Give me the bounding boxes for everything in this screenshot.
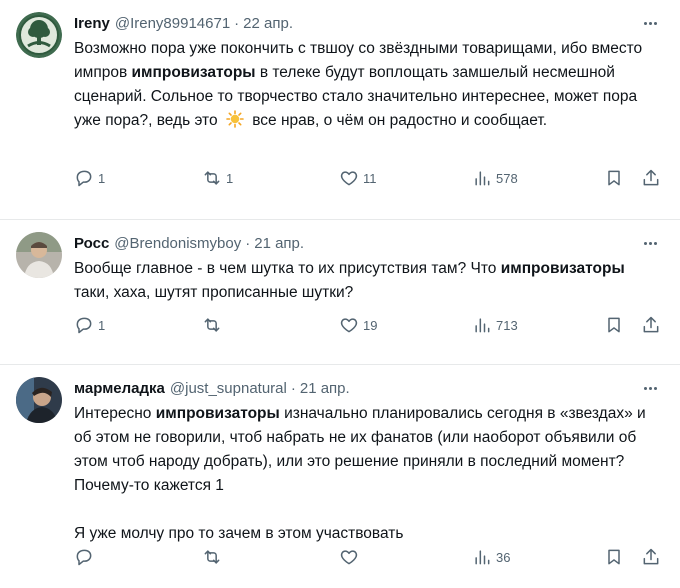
retweet-icon <box>204 550 220 564</box>
like-button[interactable] <box>339 547 363 567</box>
avatar[interactable] <box>16 232 62 278</box>
tweet-actions: 1 1 11 578 <box>74 166 664 190</box>
retweet-button[interactable] <box>202 547 226 567</box>
analytics-icon <box>475 550 490 565</box>
share-button[interactable] <box>641 168 661 188</box>
tweet-header: мармеладка @just_supnatural · 21 апр. <box>74 377 664 400</box>
bookmark-button[interactable] <box>604 315 624 335</box>
reply-icon <box>76 317 92 334</box>
tweet-date[interactable]: 22 апр. <box>243 13 293 35</box>
more-options-icon[interactable] <box>638 236 662 250</box>
like-button[interactable]: 11 <box>339 168 377 188</box>
analytics-icon <box>475 171 490 186</box>
text-segment: Вообще главное - в чем шутка то их прису… <box>74 260 501 277</box>
retweet-button[interactable] <box>202 315 226 335</box>
avatar[interactable] <box>16 12 62 58</box>
reply-count: 1 <box>98 170 106 186</box>
share-button[interactable] <box>641 315 661 335</box>
tweet-actions: 1 19 713 <box>74 313 664 337</box>
retweet-icon <box>204 171 220 185</box>
text-highlight: импровизаторы <box>500 260 625 277</box>
reply-icon <box>76 549 92 566</box>
tweet-header: Росс @Brendonismyboy · 21 апр. <box>74 232 664 255</box>
share-button[interactable] <box>641 547 661 567</box>
share-icon <box>643 316 659 333</box>
like-button[interactable]: 19 <box>339 315 377 335</box>
text-segment: Интересно <box>74 405 156 422</box>
tweet[interactable]: Ireny @Ireny89914671 · 22 апр. Возможно … <box>0 0 680 220</box>
text-segment: все нрав, о чём он радостно и сообщает. <box>247 112 548 129</box>
heart-icon <box>340 550 358 565</box>
text-segment: таки, хаха, шутят прописанные шутки? <box>74 284 354 301</box>
tweet[interactable]: мармеладка @just_supnatural · 21 апр. Ин… <box>0 365 680 588</box>
more-options-icon[interactable] <box>638 16 662 30</box>
views-button[interactable]: 578 <box>472 168 518 188</box>
heart-icon <box>340 171 358 186</box>
views-count: 36 <box>496 549 511 565</box>
retweet-button[interactable]: 1 <box>202 168 233 188</box>
share-icon <box>643 548 659 565</box>
share-icon <box>643 169 659 186</box>
like-count: 19 <box>363 317 378 333</box>
like-count: 11 <box>363 170 377 186</box>
author-handle[interactable]: @Brendonismyboy <box>114 233 241 255</box>
tweet-header: Ireny @Ireny89914671 · 22 апр. <box>74 12 664 35</box>
views-button[interactable]: 713 <box>472 315 518 335</box>
avatar[interactable] <box>16 377 62 423</box>
analytics-icon <box>475 318 490 333</box>
tweet[interactable]: Росс @Brendonismyboy · 21 апр. Вообще гл… <box>0 220 680 365</box>
tweet-date[interactable]: 21 апр. <box>254 233 304 255</box>
tweet-text: Интересно импровизаторы изначально плани… <box>74 402 654 546</box>
author-handle[interactable]: @Ireny89914671 <box>115 13 230 35</box>
retweet-icon <box>204 318 220 332</box>
retweet-count: 1 <box>226 170 234 186</box>
tweet-actions: 36 <box>74 545 664 569</box>
bookmark-icon <box>608 317 620 333</box>
author-name[interactable]: Ireny <box>74 13 110 35</box>
text-highlight: импровизаторы <box>131 64 256 81</box>
reply-button[interactable]: 1 <box>74 315 105 335</box>
author-name[interactable]: Росс <box>74 233 109 255</box>
heart-icon <box>340 318 358 333</box>
bookmark-button[interactable] <box>604 547 624 567</box>
person-photo-icon <box>16 232 62 278</box>
views-count: 578 <box>496 170 518 186</box>
more-options-icon[interactable] <box>638 381 662 395</box>
person-photo-icon <box>16 377 62 423</box>
sun-emoji-icon <box>226 110 244 128</box>
tweet-text: Возможно пора уже покончить с твшоу со з… <box>74 37 654 133</box>
reply-count: 1 <box>98 317 106 333</box>
separator-dot: · <box>245 235 251 252</box>
reply-icon <box>76 170 92 187</box>
author-handle[interactable]: @just_supnatural <box>170 378 287 400</box>
separator-dot: · <box>234 15 240 32</box>
bookmark-icon <box>608 170 620 186</box>
tweet-date[interactable]: 21 апр. <box>300 378 350 400</box>
bookmark-button[interactable] <box>604 168 624 188</box>
text-highlight: импровизаторы <box>155 405 280 422</box>
reply-button[interactable] <box>74 547 98 567</box>
author-name[interactable]: мармеладка <box>74 378 165 400</box>
views-count: 713 <box>496 317 518 333</box>
views-button[interactable]: 36 <box>472 547 510 567</box>
tree-of-life-icon <box>16 12 62 58</box>
replies-feed: Ireny @Ireny89914671 · 22 апр. Возможно … <box>0 0 680 588</box>
reply-button[interactable]: 1 <box>74 168 105 188</box>
tweet-text: Вообще главное - в чем шутка то их прису… <box>74 257 654 305</box>
text-segment: Я уже молчу про то зачем в этом участвов… <box>74 525 404 542</box>
separator-dot: · <box>290 380 296 397</box>
bookmark-icon <box>608 549 620 565</box>
